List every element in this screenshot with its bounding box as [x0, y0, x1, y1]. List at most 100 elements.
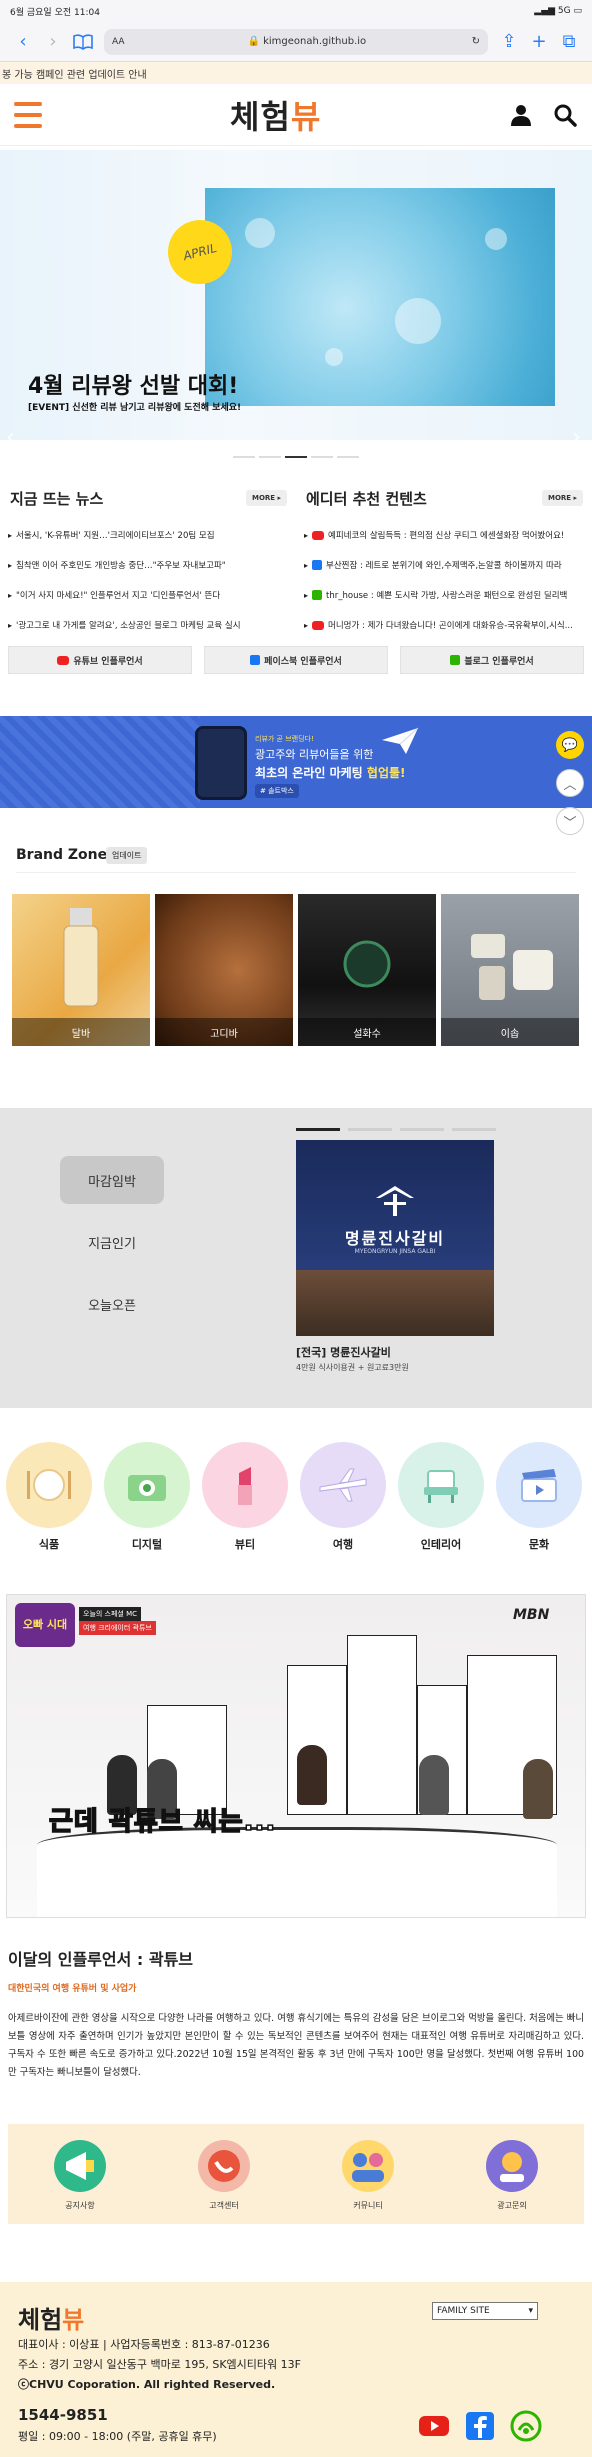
- scroll-up-icon[interactable]: ︿: [556, 769, 584, 797]
- deal-poster-image[interactable]: 명륜진사갈비 MYEONGRYUN JINSA GALBI: [296, 1140, 494, 1336]
- news-list: ▸ 서울시, 'K-유튜버' 지원…'크리에이티브포스' 20팀 모집 ▸ 침착맨 이…: [8, 520, 278, 640]
- show-logo: 오빠 시대: [15, 1603, 75, 1647]
- user-icon[interactable]: [508, 102, 534, 128]
- bullet-icon: ▸: [8, 590, 13, 600]
- blog-influencer-button[interactable]: 블로그 인플루언서: [400, 646, 584, 674]
- facebook-icon: [250, 655, 261, 665]
- tab-open-today[interactable]: 오늘오픈: [60, 1280, 164, 1328]
- community-link[interactable]: 커뮤니티: [323, 2138, 413, 2211]
- brand-card-label: 달바: [12, 1018, 150, 1046]
- search-icon[interactable]: [552, 102, 578, 128]
- banner-dot[interactable]: [311, 456, 333, 458]
- category-culture[interactable]: 문화: [496, 1442, 582, 1552]
- clapperboard-icon: [521, 1469, 557, 1502]
- url-text: 🔒 kimgeonah.github.io: [247, 36, 367, 47]
- forward-icon[interactable]: ›: [38, 27, 68, 57]
- monthly-influencer-title: 이달의 인플루언서 : 곽튜브: [8, 1950, 194, 1969]
- editor-item[interactable]: ▸ 부산찐잠 : 레트로 분위기에 와인,수제맥주,논알콜 하이볼까지 따라: [304, 550, 588, 580]
- status-time: 6월 금요일 오전 11:04: [10, 7, 100, 18]
- facebook-icon: [312, 560, 323, 570]
- featured-video[interactable]: 오빠 시대 오늘의 스페셜 MC 여행 크리에이터 곽튜브 MBN 근데 곽튜브…: [6, 1594, 586, 1918]
- footer-phone[interactable]: 1544-9851: [18, 2406, 108, 2424]
- address-bar[interactable]: AA 🔒 kimgeonah.github.io ↻: [104, 28, 488, 55]
- category-digital[interactable]: 디지털: [104, 1442, 190, 1552]
- scroll-down-icon[interactable]: ﹀: [556, 807, 584, 835]
- category-interior[interactable]: 인테리어: [398, 1442, 484, 1552]
- category-travel[interactable]: 여행: [300, 1442, 386, 1552]
- brand-card-sulwhasoo[interactable]: 설화수: [298, 894, 436, 1046]
- bullet-icon: ▸: [8, 530, 13, 540]
- footer-logo[interactable]: 체험뷰: [18, 2300, 84, 2335]
- deal-title[interactable]: [전국] 명륜진사갈비: [296, 1344, 391, 1360]
- chair-icon: [424, 1470, 458, 1503]
- channel-logo: MBN: [513, 1607, 550, 1623]
- blog-icon: [450, 655, 461, 665]
- bullet-icon: ▸: [304, 530, 309, 540]
- editor-item[interactable]: ▸ thr_house : 예쁜 도시락 가방, 사랑스러운 패턴으로 완성된 딜…: [304, 580, 588, 610]
- facebook-influencer-button[interactable]: 페이스북 인플루언서: [204, 646, 388, 674]
- news-more-button[interactable]: MORE ▸: [246, 490, 288, 506]
- news-item[interactable]: ▸ 침착맨 이어 주호민도 개인방송 중단…"주우보 자내보고파": [8, 550, 278, 580]
- banner-dot[interactable]: [233, 456, 255, 458]
- notice-link[interactable]: 공지사항: [35, 2138, 125, 2211]
- banner-dot[interactable]: [337, 456, 359, 458]
- category-label: 식품: [38, 1538, 60, 1551]
- news-item[interactable]: ▸ 서울시, 'K-유튜버' 지원…'크리에이티브포스' 20팀 모집: [8, 520, 278, 550]
- footer-hours: 평일 : 09:00 - 18:00 (주말, 공휴일 휴무): [18, 2430, 217, 2443]
- news-item[interactable]: ▸ "이거 사지 마세요!" 인플루언서 지고 '디인플루언서' 뜬다: [8, 580, 278, 610]
- banner-prev-icon[interactable]: ‹: [6, 425, 15, 440]
- banner-next-icon[interactable]: ›: [572, 425, 581, 440]
- site-logo[interactable]: 체험뷰: [230, 92, 321, 138]
- reader-aa[interactable]: AA: [112, 37, 142, 47]
- phone-support-icon: [198, 2139, 250, 2192]
- youtube-icon: [57, 655, 70, 665]
- ad-kicker: 리뷰가 곧 브랜딩다!: [255, 735, 314, 743]
- bullet-icon: ▸: [304, 590, 309, 600]
- share-icon[interactable]: ⇪: [494, 27, 524, 57]
- video-host-caption: 여행 크리에이터 곽튜브: [79, 1621, 156, 1635]
- tab-popular-now[interactable]: 지금인기: [60, 1218, 164, 1266]
- facebook-icon[interactable]: [464, 2410, 496, 2442]
- youtube-icon[interactable]: [418, 2410, 450, 2442]
- banner-title: 4월 리뷰왕 선발 대회!: [28, 374, 239, 399]
- editor-item[interactable]: ▸ 머니멍가 : 제가 다녀왔습니다! 곤이에게 대화유승-국유확부이,시식...: [304, 610, 588, 640]
- category-food[interactable]: 식품: [6, 1442, 92, 1552]
- banner-dot[interactable]: [259, 456, 281, 458]
- family-site-select[interactable]: FAMILY SITE: [432, 2302, 538, 2320]
- category-label: 문화: [528, 1538, 550, 1551]
- brand-card-godiva[interactable]: 고디바: [155, 894, 293, 1046]
- customer-center-link[interactable]: 고객센터: [179, 2138, 269, 2211]
- blog-icon[interactable]: [510, 2410, 542, 2442]
- category-travel-circle: [300, 1442, 386, 1528]
- deals-pagination[interactable]: [296, 1128, 496, 1131]
- camera-icon: [128, 1475, 166, 1501]
- brand-card-aesop[interactable]: 이솝: [441, 894, 579, 1046]
- menu-icon[interactable]: [14, 102, 42, 128]
- category-beauty[interactable]: 뷰티: [202, 1442, 288, 1552]
- tab-closing-soon[interactable]: 마감임박: [60, 1156, 164, 1204]
- footer-company-info: 대표이사 : 이상표 | 사업자등록번호 : 813-87-01236: [18, 2338, 270, 2351]
- category-food-circle: [6, 1442, 92, 1528]
- banner-dot[interactable]: [285, 456, 307, 458]
- chat-icon[interactable]: 💬: [556, 731, 584, 759]
- site-footer: 체험뷰 FAMILY SITE 대표이사 : 이상표 | 사업자등록번호 : 8…: [0, 2282, 592, 2457]
- site-header: 체험뷰: [0, 84, 592, 146]
- roof-logo-icon: [376, 1186, 414, 1216]
- news-item[interactable]: ▸ '광고그로 내 가게를 알려요', 소상공인 블로그 마케팅 교육 실시: [8, 610, 278, 640]
- banner-pagination[interactable]: [0, 456, 592, 460]
- ad-banner[interactable]: 리뷰가 곧 브랜딩다! 광고주와 리뷰어들을 위한 최초의 온라인 마케팅 협업…: [0, 716, 592, 808]
- new-tab-icon[interactable]: +: [524, 27, 554, 57]
- brand-card-dalba[interactable]: 달바: [12, 894, 150, 1046]
- notice-bar[interactable]: 봉 가능 캠페인 관련 업데이트 안내: [0, 62, 592, 84]
- editor-more-button[interactable]: MORE ▸: [542, 490, 584, 506]
- tabs-icon[interactable]: ⧉: [554, 27, 584, 57]
- back-icon[interactable]: ‹: [8, 27, 38, 57]
- brand-update-badge: 업데이트: [106, 847, 148, 864]
- lipstick-icon: [238, 1467, 252, 1505]
- ad-inquiry-link[interactable]: 광고문의: [467, 2138, 557, 2211]
- youtube-influencer-button[interactable]: 유튜브 인플루언서: [8, 646, 192, 674]
- editor-item[interactable]: ▸ 예피네코의 살림득득 : 편의점 신상 쿠티그 에센셜화장 먹어봤어요!: [304, 520, 588, 550]
- divider: [16, 872, 576, 873]
- reload-icon[interactable]: ↻: [472, 36, 480, 47]
- bookmarks-icon[interactable]: [68, 27, 98, 57]
